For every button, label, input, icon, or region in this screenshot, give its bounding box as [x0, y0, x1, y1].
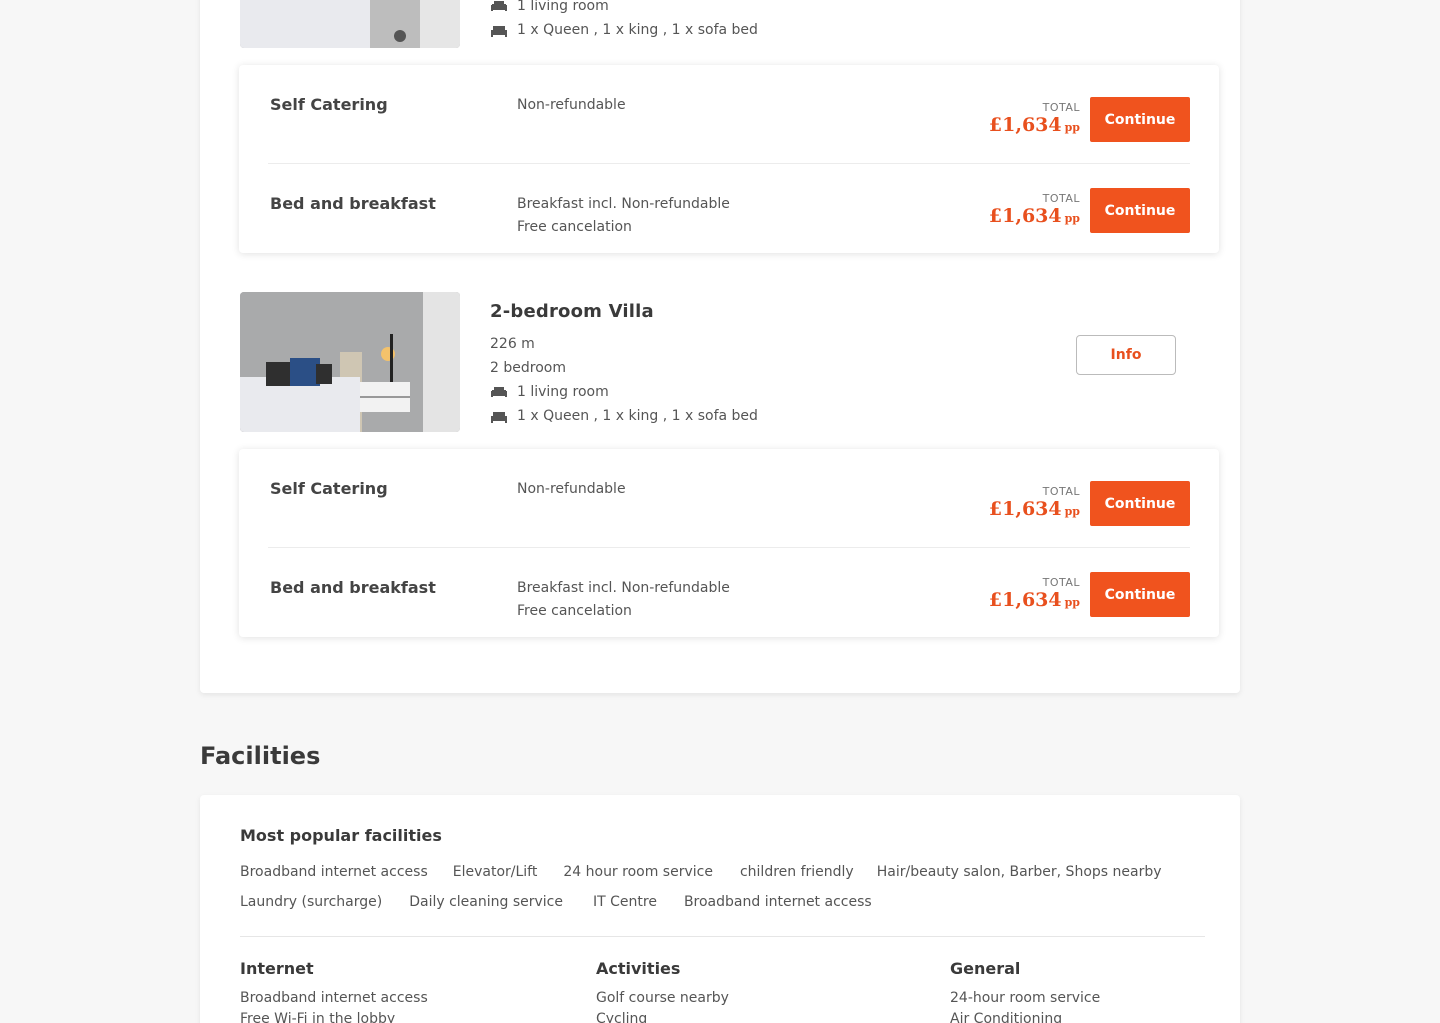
facility-item: Cycling: [596, 1011, 648, 1023]
room-1-details: 1 living room 1 x Queen , 1 x king , 1 x…: [490, 0, 758, 42]
divider: [240, 936, 1205, 937]
price-unit: pp: [1064, 212, 1080, 225]
beds-text: 1 x Queen , 1 x king , 1 x sofa bed: [517, 22, 758, 38]
rate-desc-line: Breakfast incl. Non-refundable: [517, 580, 730, 596]
room-2-details: 2-bedroom Villa 226 m 2 bedroom 1 living…: [490, 300, 758, 428]
facility-tag: Laundry (surcharge): [240, 894, 383, 910]
total-label: TOTAL: [1042, 101, 1080, 114]
bed-icon: [490, 23, 508, 37]
living-room-text: 1 living room: [517, 0, 609, 14]
room-feature: 1 living room: [490, 0, 758, 18]
rate-total: TOTAL £1,634 pp: [989, 192, 1080, 227]
rate-desc-line: Non-refundable: [517, 97, 626, 113]
facility-tag: children friendly: [739, 864, 854, 880]
rates-card: Self Catering Non-refundable TOTAL £1,63…: [239, 65, 1219, 253]
facilities-card: Most popular facilities Broadband intern…: [200, 795, 1240, 1023]
facility-column-internet: Internet Broadband internet access Free …: [240, 959, 428, 1023]
facility-tag: IT Centre: [592, 894, 657, 910]
room-photo[interactable]: [240, 292, 460, 432]
info-button[interactable]: Info: [1076, 335, 1176, 375]
facility-column-title: Internet: [240, 959, 314, 978]
facility-item: 24-hour room service: [950, 990, 1101, 1006]
rate-name: Bed and breakfast: [270, 578, 436, 597]
continue-button[interactable]: Continue: [1090, 481, 1190, 526]
facility-column-title: Activities: [596, 959, 681, 978]
facility-item: Free Wi-Fi in the lobby: [240, 1011, 396, 1023]
rate-name: Self Catering: [270, 95, 388, 114]
rate-name: Self Catering: [270, 479, 388, 498]
facility-item: Broadband internet access: [240, 990, 428, 1006]
room-photo[interactable]: [240, 0, 460, 48]
facility-tag: Broadband internet access: [683, 894, 872, 910]
rate-desc-line: Non-refundable: [517, 481, 626, 497]
facility-tag: 24 hour room service: [563, 864, 713, 880]
price-unit: pp: [1064, 121, 1080, 134]
rate-description: Non-refundable: [517, 478, 626, 501]
price-unit: pp: [1064, 596, 1080, 609]
rate-description: Non-refundable: [517, 94, 626, 117]
facility-item: Golf course nearby: [596, 990, 729, 1006]
total-label: TOTAL: [1042, 192, 1080, 205]
facility-tag: Broadband internet access: [240, 864, 428, 880]
continue-button[interactable]: Continue: [1090, 572, 1190, 617]
room-feature: 1 x Queen , 1 x king , 1 x sofa bed: [490, 404, 758, 428]
continue-button[interactable]: Continue: [1090, 97, 1190, 142]
rate-row: Bed and breakfast Breakfast incl. Non-re…: [268, 163, 1190, 253]
rate-total: TOTAL £1,634 pp: [989, 485, 1080, 520]
facilities-heading: Facilities: [200, 742, 321, 770]
rate-total: TOTAL £1,634 pp: [989, 101, 1080, 136]
price: £1,634: [988, 205, 1062, 227]
popular-facilities-list: Broadband internet access Elevator/Lift …: [240, 859, 1200, 919]
rate-desc-line: Free cancelation: [517, 603, 632, 619]
facility-tag: Daily cleaning service: [409, 894, 563, 910]
rate-desc-line: Breakfast incl. Non-refundable: [517, 196, 730, 212]
rate-row: Bed and breakfast Breakfast incl. Non-re…: [268, 547, 1190, 637]
facility-column-title: General: [950, 959, 1021, 978]
facility-tag: Elevator/Lift: [452, 864, 538, 880]
rate-description: Breakfast incl. Non-refundable Free canc…: [517, 577, 730, 623]
rate-row: Self Catering Non-refundable TOTAL £1,63…: [239, 65, 1219, 155]
facility-column-general: General 24-hour room service Air Conditi…: [950, 959, 1100, 1023]
price: £1,634: [988, 114, 1062, 136]
rate-name: Bed and breakfast: [270, 194, 436, 213]
rate-row: Self Catering Non-refundable TOTAL £1,63…: [239, 449, 1219, 539]
bed-icon: [490, 409, 508, 423]
rate-desc-line: Free cancelation: [517, 219, 632, 235]
sofa-icon: [490, 385, 508, 399]
room-size: 226 m: [490, 336, 535, 352]
facility-item: Air Conditioning: [950, 1011, 1063, 1023]
price: £1,634: [988, 498, 1062, 520]
rate-total: TOTAL £1,634 pp: [989, 576, 1080, 611]
room-feature: 1 living room: [490, 380, 758, 404]
rates-card: Self Catering Non-refundable TOTAL £1,63…: [239, 449, 1219, 637]
price-unit: pp: [1064, 505, 1080, 518]
room-bedrooms: 2 bedroom: [490, 360, 566, 376]
rate-description: Breakfast incl. Non-refundable Free canc…: [517, 193, 730, 239]
sofa-icon: [490, 0, 508, 13]
rooms-card: 1 living room 1 x Queen , 1 x king , 1 x…: [200, 0, 1240, 693]
price: £1,634: [988, 589, 1062, 611]
room-feature: 1 x Queen , 1 x king , 1 x sofa bed: [490, 18, 758, 42]
living-room-text: 1 living room: [517, 384, 609, 400]
popular-facilities-title: Most popular facilities: [240, 826, 442, 845]
continue-button[interactable]: Continue: [1090, 188, 1190, 233]
total-label: TOTAL: [1042, 485, 1080, 498]
total-label: TOTAL: [1042, 576, 1080, 589]
beds-text: 1 x Queen , 1 x king , 1 x sofa bed: [517, 408, 758, 424]
facility-tag: Hair/beauty salon, Barber, Shops nearby: [876, 864, 1162, 880]
room-title: 2-bedroom Villa: [490, 301, 654, 322]
facility-column-activities: Activities Golf course nearby Cycling: [596, 959, 729, 1023]
